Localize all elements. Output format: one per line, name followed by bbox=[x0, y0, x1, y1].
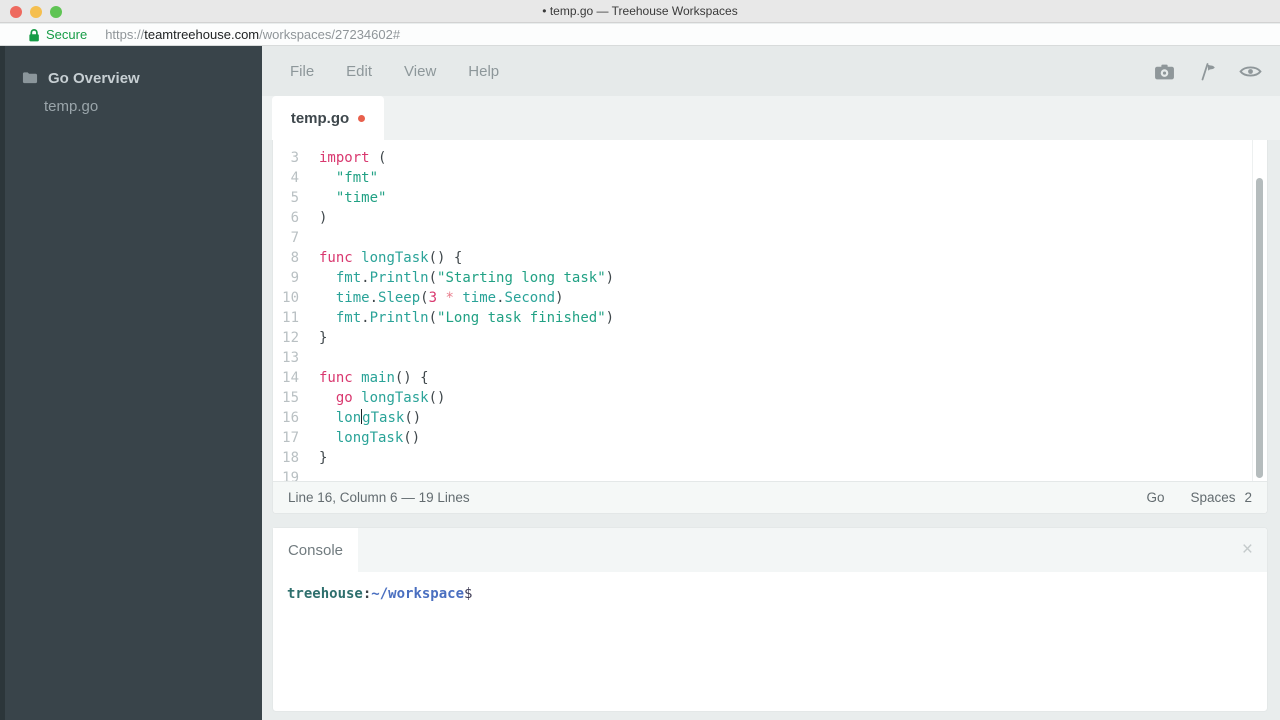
line-number: 7 bbox=[273, 228, 299, 248]
prompt-token: treehouse bbox=[287, 586, 363, 602]
console-header: Console × bbox=[273, 528, 1267, 572]
line-number: 14 bbox=[273, 368, 299, 388]
file-sidebar: Go Overview temp.go bbox=[0, 46, 262, 720]
editor-scrollbar-track[interactable] bbox=[1252, 140, 1267, 481]
line-number: 13 bbox=[273, 348, 299, 368]
code-line[interactable]: 3import ( bbox=[273, 148, 1252, 168]
code-text: func main() { bbox=[299, 368, 429, 388]
url-scheme: https:// bbox=[105, 27, 144, 42]
line-number: 16 bbox=[273, 408, 299, 428]
console-panel: Console × treehouse:~/workspace$ bbox=[272, 527, 1268, 712]
code-area[interactable]: 3import (4 "fmt"5 "time"6)78func longTas… bbox=[273, 140, 1252, 481]
prompt-token: $ bbox=[464, 586, 472, 602]
code-text: ) bbox=[299, 208, 327, 228]
code-text: go longTask() bbox=[299, 388, 445, 408]
close-icon[interactable]: × bbox=[1242, 528, 1253, 572]
indent-label: Spaces bbox=[1190, 490, 1235, 505]
code-text: longTask() bbox=[299, 408, 421, 428]
code-text: fmt.Println("Starting long task") bbox=[299, 268, 614, 288]
lock-icon bbox=[28, 28, 40, 42]
indent-settings-selector[interactable]: Spaces 2 bbox=[1190, 490, 1252, 505]
editor-status-bar: Line 16, Column 6 — 19 Lines Go Spaces 2 bbox=[273, 481, 1267, 513]
code-text bbox=[299, 228, 319, 248]
menu-help[interactable]: Help bbox=[468, 63, 499, 80]
console-prompt: treehouse:~/workspace$ bbox=[287, 586, 472, 602]
secure-label: Secure bbox=[46, 27, 87, 42]
line-number: 9 bbox=[273, 268, 299, 288]
code-text bbox=[299, 348, 319, 368]
address-bar[interactable]: Secure https://teamtreehouse.com/workspa… bbox=[0, 24, 1280, 46]
line-number: 3 bbox=[273, 148, 299, 168]
code-line[interactable]: 16 longTask() bbox=[273, 408, 1252, 428]
sidebar-item-label: Go Overview bbox=[48, 70, 140, 87]
code-line[interactable]: 19 bbox=[273, 468, 1252, 481]
menubar-actions bbox=[1154, 46, 1262, 96]
line-number: 19 bbox=[273, 468, 299, 481]
code-text: time.Sleep(3 * time.Second) bbox=[299, 288, 564, 308]
camera-icon[interactable] bbox=[1154, 63, 1175, 80]
line-number: 4 bbox=[273, 168, 299, 188]
folder-icon bbox=[22, 71, 38, 85]
menu-view[interactable]: View bbox=[404, 63, 436, 80]
code-line[interactable]: 6) bbox=[273, 208, 1252, 228]
line-number: 5 bbox=[273, 188, 299, 208]
sidebar-item-temp-go[interactable]: temp.go bbox=[5, 92, 262, 120]
code-line[interactable]: 15 go longTask() bbox=[273, 388, 1252, 408]
code-line[interactable]: 11 fmt.Println("Long task finished") bbox=[273, 308, 1252, 328]
code-line[interactable]: 12} bbox=[273, 328, 1252, 348]
code-line[interactable]: 18} bbox=[273, 448, 1252, 468]
sidebar-item-go-overview[interactable]: Go Overview bbox=[5, 64, 262, 92]
line-number: 10 bbox=[273, 288, 299, 308]
code-line[interactable]: 10 time.Sleep(3 * time.Second) bbox=[273, 288, 1252, 308]
window-title: • temp.go — Treehouse Workspaces bbox=[0, 0, 1280, 23]
code-line[interactable]: 9 fmt.Println("Starting long task") bbox=[273, 268, 1252, 288]
code-line[interactable]: 13 bbox=[273, 348, 1252, 368]
prompt-token: ~/workspace bbox=[371, 586, 464, 602]
code-line[interactable]: 8func longTask() { bbox=[273, 248, 1252, 268]
editor-tabbar: temp.go bbox=[262, 96, 1280, 140]
cursor-position-status: Line 16, Column 6 — 19 Lines bbox=[288, 490, 1146, 505]
menu-file[interactable]: File bbox=[290, 63, 314, 80]
code-line[interactable]: 17 longTask() bbox=[273, 428, 1252, 448]
workspace-menubar: File Edit View Help bbox=[262, 46, 1280, 96]
indent-size: 2 bbox=[1244, 490, 1252, 505]
code-text: import ( bbox=[299, 148, 386, 168]
line-number: 12 bbox=[273, 328, 299, 348]
code-text: "fmt" bbox=[299, 168, 378, 188]
line-number: 8 bbox=[273, 248, 299, 268]
tab-label: temp.go bbox=[291, 110, 349, 127]
code-text: longTask() bbox=[299, 428, 420, 448]
code-text: "time" bbox=[299, 188, 386, 208]
flag-icon[interactable] bbox=[1197, 61, 1217, 81]
tab-temp-go[interactable]: temp.go bbox=[272, 96, 384, 140]
menu-edit[interactable]: Edit bbox=[346, 63, 372, 80]
code-text: } bbox=[299, 328, 327, 348]
terminal-area[interactable]: treehouse:~/workspace$ bbox=[273, 572, 1267, 602]
code-line[interactable]: 4 "fmt" bbox=[273, 168, 1252, 188]
url-path: /workspaces/27234602# bbox=[259, 27, 400, 42]
code-text: func longTask() { bbox=[299, 248, 462, 268]
code-line[interactable]: 5 "time" bbox=[273, 188, 1252, 208]
line-number: 15 bbox=[273, 388, 299, 408]
eye-icon[interactable] bbox=[1239, 64, 1262, 79]
url-domain: teamtreehouse.com bbox=[144, 27, 259, 42]
line-number: 11 bbox=[273, 308, 299, 328]
line-number: 6 bbox=[273, 208, 299, 228]
code-line[interactable]: 14func main() { bbox=[273, 368, 1252, 388]
sidebar-item-label: temp.go bbox=[44, 98, 98, 115]
browser-titlebar: • temp.go — Treehouse Workspaces bbox=[0, 0, 1280, 23]
code-text: fmt.Println("Long task finished") bbox=[299, 308, 614, 328]
code-line[interactable]: 7 bbox=[273, 228, 1252, 248]
unsaved-dot-icon bbox=[358, 115, 365, 122]
editor-scrollbar-thumb[interactable] bbox=[1256, 178, 1263, 478]
tab-console[interactable]: Console bbox=[273, 528, 358, 572]
line-number: 17 bbox=[273, 428, 299, 448]
code-text: } bbox=[299, 448, 327, 468]
line-number: 18 bbox=[273, 448, 299, 468]
url-text[interactable]: https://teamtreehouse.com/workspaces/272… bbox=[105, 27, 400, 42]
language-mode-selector[interactable]: Go bbox=[1146, 490, 1164, 505]
code-text bbox=[299, 468, 319, 481]
code-editor-panel: 3import (4 "fmt"5 "time"6)78func longTas… bbox=[272, 140, 1268, 514]
